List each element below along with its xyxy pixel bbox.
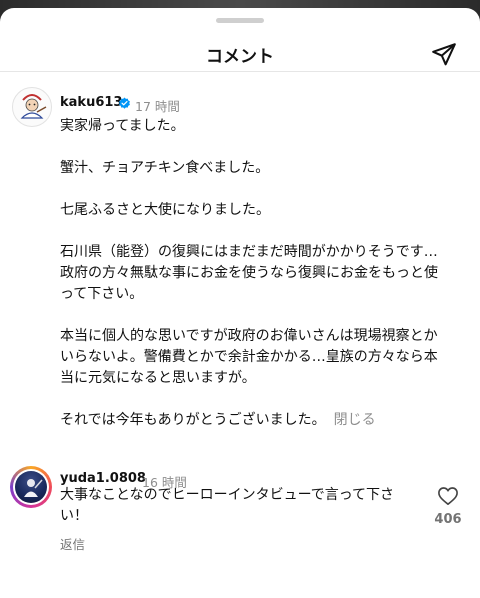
avatar-story-ring[interactable] xyxy=(10,466,52,508)
collapse-button[interactable]: 閉じる xyxy=(334,412,376,428)
comment-text: 大事なことなのでヒーローインタビューで言って下さ い！ xyxy=(60,485,430,527)
avatar[interactable] xyxy=(12,87,52,127)
comment-line: それでは今年もありがとうございました。 xyxy=(60,412,326,428)
comment-timestamp: 17 時間 xyxy=(135,99,180,114)
comment-username[interactable]: yuda1.0808 xyxy=(60,471,146,486)
comment-line: 石川県（能登）の復興にはまだまだ時間がかかりそうです… xyxy=(60,244,438,260)
like-button[interactable] xyxy=(435,484,461,508)
comment-line: い！ xyxy=(60,508,88,524)
sheet-title: コメント xyxy=(206,47,274,67)
comment-line: って下さい。 xyxy=(60,286,144,302)
comment-line: 政府の方々無駄な事にお金を使うなら復興にお金をもっと使 xyxy=(60,265,438,281)
paper-plane-icon xyxy=(432,43,456,66)
comment-username[interactable]: kaku613 xyxy=(60,95,122,110)
comment-line: 実家帰ってました。 xyxy=(60,118,185,134)
header-divider xyxy=(0,71,480,72)
comment-line: 蟹汁、チョアチキン食べました。 xyxy=(60,160,270,176)
comment-last-line: それでは今年もありがとうございました。 閉じる xyxy=(60,410,455,431)
verified-badge-icon xyxy=(119,97,130,109)
comment-line: 大事なことなのでヒーローインタビューで言って下さ xyxy=(60,487,395,503)
like-count: 406 xyxy=(434,512,462,527)
comment-text: 実家帰ってました。 蟹汁、チョアチキン食べました。 七尾ふるさと大使になりました… xyxy=(60,116,455,431)
comment-line: 本当に個人的な思いですが政府のお偉いさんは現場視察とか xyxy=(60,328,438,344)
share-button[interactable] xyxy=(430,40,458,68)
comment-line: 当に元気になると思いますが。 xyxy=(60,370,256,386)
heart-outline-icon xyxy=(438,487,458,505)
avatar xyxy=(15,471,47,503)
sheet-grabber[interactable] xyxy=(216,18,264,23)
comment-line: 七尾ふるさと大使になりました。 xyxy=(60,202,270,218)
comment-line: いらないよ。警備費とかで余計金かかる…皇族の方々なら本 xyxy=(60,349,438,365)
reply-button[interactable]: 返信 xyxy=(60,534,85,553)
